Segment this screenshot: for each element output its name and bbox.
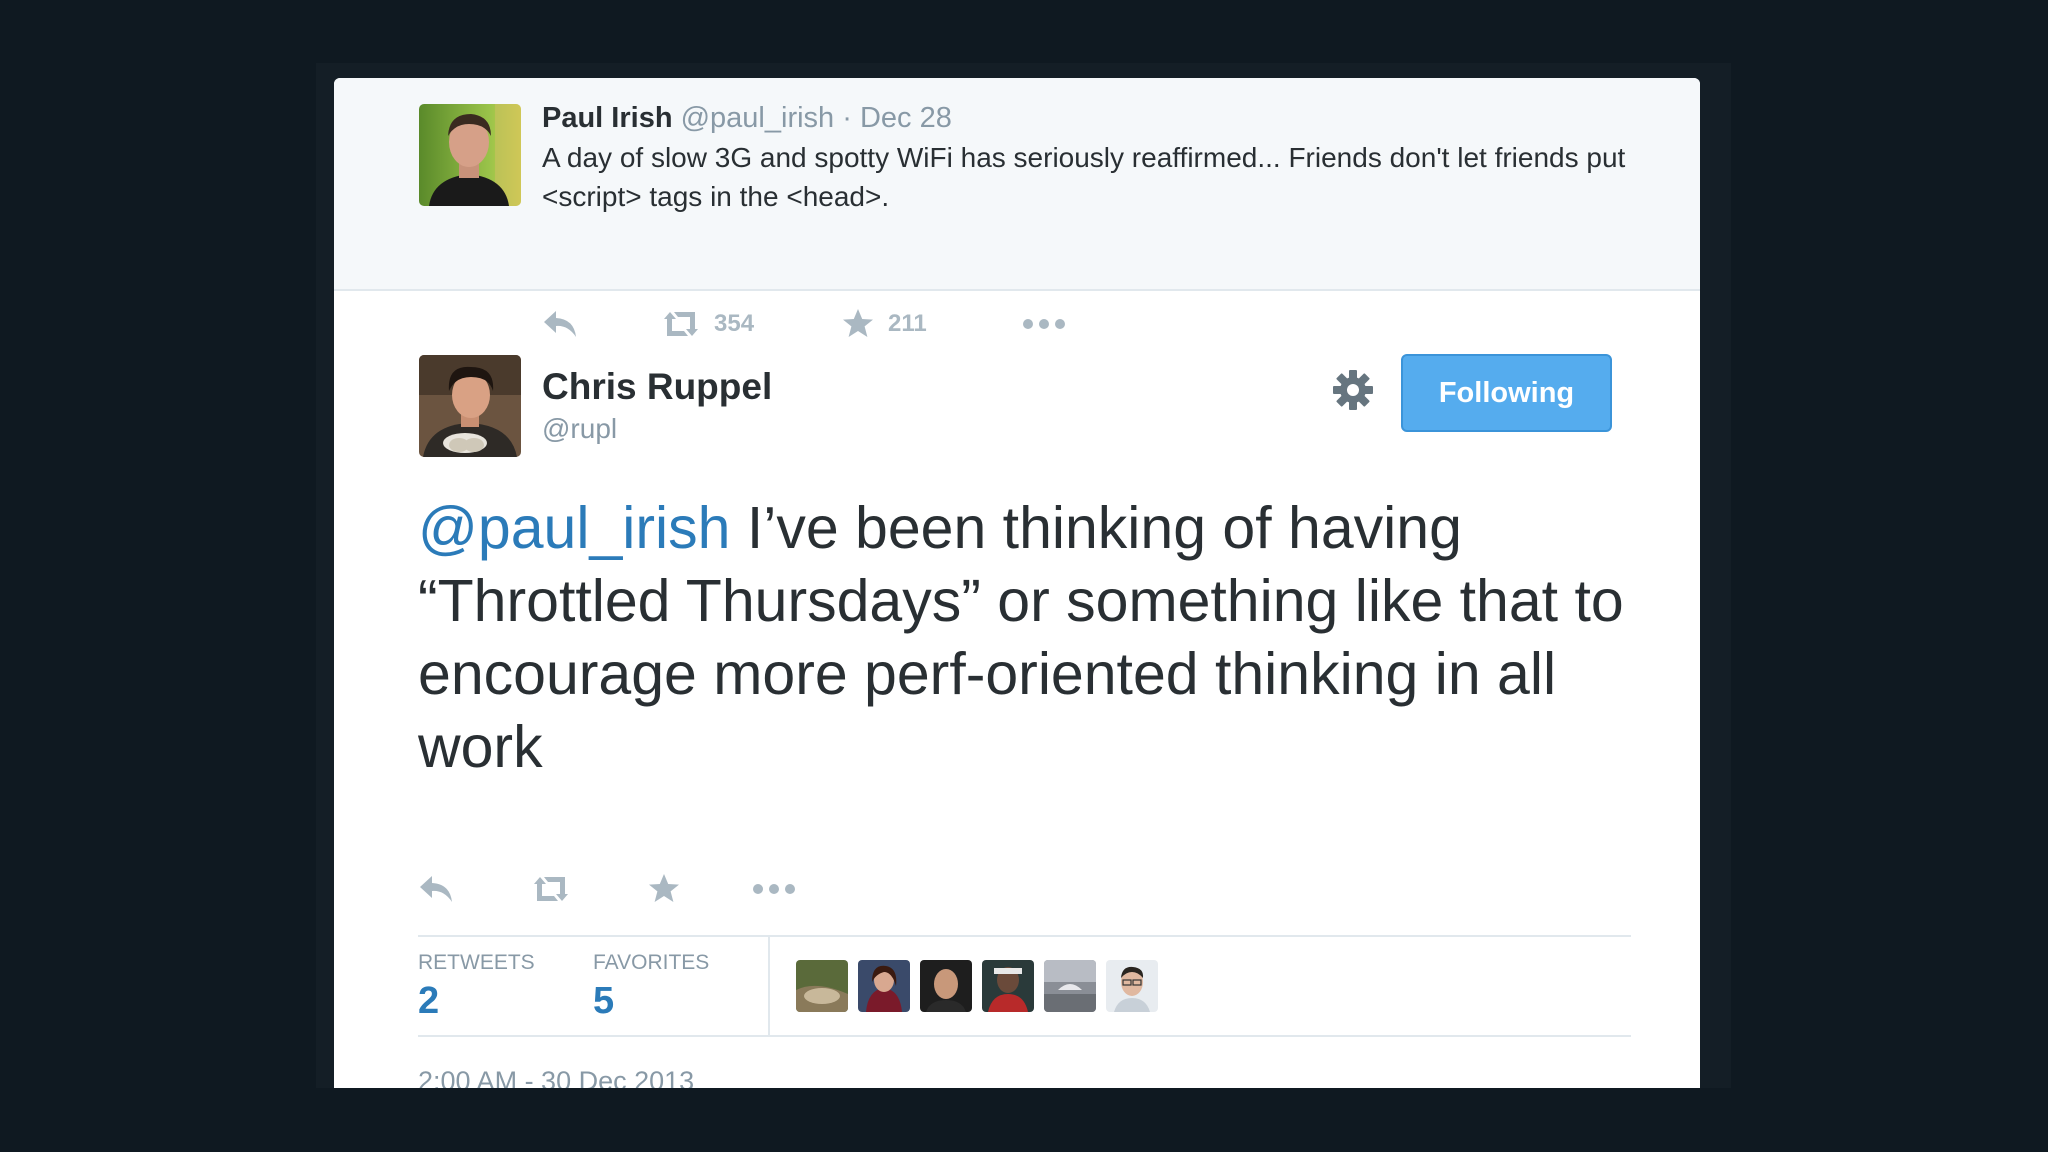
mention-link[interactable]: @paul_irish bbox=[418, 495, 730, 561]
stats-divider-vertical bbox=[768, 937, 770, 1035]
favoriters-avatars bbox=[796, 960, 1158, 1012]
favoriter-avatar[interactable] bbox=[1106, 960, 1158, 1012]
retweet-icon bbox=[660, 309, 702, 339]
parent-retweet-button[interactable]: 354 bbox=[660, 304, 754, 344]
stats-divider-bottom bbox=[418, 1035, 1631, 1037]
favorites-count[interactable]: 5 bbox=[593, 978, 614, 1024]
parent-tweet-text: A day of slow 3G and spotty WiFi has ser… bbox=[542, 142, 1626, 212]
star-icon bbox=[648, 873, 680, 905]
favoriter-avatar[interactable] bbox=[920, 960, 972, 1012]
parent-author-name[interactable]: Paul Irish bbox=[542, 102, 673, 134]
main-retweet-button[interactable] bbox=[530, 869, 572, 909]
tweet-card: Paul Irish @paul_irish · Dec 28 A day of… bbox=[334, 78, 1700, 1088]
favoriter-avatar[interactable] bbox=[796, 960, 848, 1012]
tweet-timestamp[interactable]: 2:00 AM - 30 Dec 2013 bbox=[418, 1064, 694, 1088]
reply-icon bbox=[542, 309, 580, 339]
main-author-handle[interactable]: @rupl bbox=[542, 412, 617, 446]
star-icon bbox=[842, 308, 874, 340]
main-tweet-text: @paul_irish I’ve been thinking of having… bbox=[418, 492, 1628, 784]
parent-retweet-count: 354 bbox=[714, 310, 755, 337]
favoriter-avatar[interactable] bbox=[982, 960, 1034, 1012]
retweet-icon bbox=[530, 874, 572, 904]
parent-more-button[interactable] bbox=[1022, 304, 1066, 344]
main-more-button[interactable] bbox=[752, 869, 796, 909]
gear-icon[interactable] bbox=[1332, 369, 1374, 411]
main-favorite-button[interactable] bbox=[648, 869, 680, 909]
parent-favorite-count: 211 bbox=[888, 310, 927, 337]
favoriter-avatar[interactable] bbox=[858, 960, 910, 1012]
paul-irish-avatar[interactable] bbox=[419, 104, 521, 206]
more-icon bbox=[752, 882, 796, 896]
parent-reply-button[interactable] bbox=[542, 304, 580, 344]
chris-ruppel-avatar[interactable] bbox=[419, 355, 521, 457]
retweets-label: RETWEETS bbox=[418, 951, 535, 974]
favoriter-avatar[interactable] bbox=[1044, 960, 1096, 1012]
favorites-label: FAVORITES bbox=[593, 951, 710, 974]
reply-icon bbox=[418, 874, 456, 904]
parent-favorite-button[interactable]: 211 bbox=[842, 304, 927, 344]
stats-divider-top bbox=[418, 935, 1631, 937]
main-author-name[interactable]: Chris Ruppel bbox=[542, 365, 772, 409]
parent-tweet[interactable]: Paul Irish @paul_irish · Dec 28 A day of… bbox=[334, 78, 1700, 337]
more-icon bbox=[1022, 317, 1066, 331]
parent-author-meta[interactable]: @paul_irish · Dec 28 bbox=[681, 102, 952, 134]
retweets-count[interactable]: 2 bbox=[418, 978, 439, 1024]
parent-tweet-header: Paul Irish @paul_irish · Dec 28 bbox=[542, 100, 952, 136]
main-reply-button[interactable] bbox=[418, 869, 456, 909]
following-button[interactable]: Following bbox=[1401, 354, 1612, 432]
